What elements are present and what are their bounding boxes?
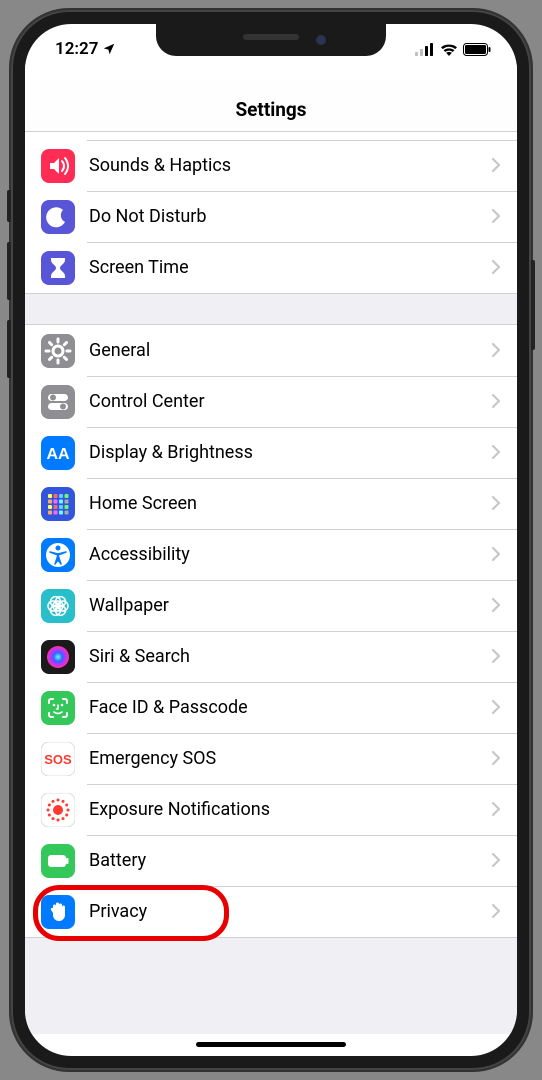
row-label: Emergency SOS — [89, 748, 491, 769]
settings-row-control-center[interactable]: Control Center — [25, 376, 517, 427]
control-center-icon — [41, 385, 75, 419]
general-icon — [41, 334, 75, 368]
chevron-right-icon — [491, 205, 501, 229]
phone-frame: 12:27 — [11, 10, 531, 1070]
cellular-icon — [415, 43, 435, 56]
chevron-right-icon — [491, 441, 501, 465]
chevron-right-icon — [491, 390, 501, 414]
home-indicator[interactable] — [196, 1042, 346, 1047]
screen: 12:27 — [25, 24, 517, 1056]
settings-row-exposure-notifications[interactable]: Exposure Notifications — [25, 784, 517, 835]
settings-row-battery[interactable]: Battery — [25, 835, 517, 886]
row-label: Control Center — [89, 391, 491, 412]
settings-row-privacy[interactable]: Privacy — [25, 886, 517, 937]
settings-row-notifications[interactable]: Notifications — [25, 132, 517, 140]
settings-row-emergency-sos[interactable]: SOS Emergency SOS — [25, 733, 517, 784]
chevron-right-icon — [491, 849, 501, 873]
battery-icon-status — [463, 43, 491, 56]
row-label: Siri & Search — [89, 646, 491, 667]
wallpaper-icon — [41, 589, 75, 623]
settings-list[interactable]: Notifications Sounds & Haptics Do Not Dist… — [25, 132, 517, 1034]
chevron-right-icon — [491, 154, 501, 178]
battery-icon — [41, 844, 75, 878]
row-label: Display & Brightness — [89, 442, 491, 463]
chevron-right-icon — [491, 798, 501, 822]
chevron-right-icon — [491, 747, 501, 771]
row-label: Accessibility — [89, 544, 491, 565]
sos-icon: SOS — [41, 742, 75, 776]
chevron-right-icon — [491, 339, 501, 363]
settings-row-face-id-passcode[interactable]: Face ID & Passcode — [25, 682, 517, 733]
chevron-right-icon — [491, 256, 501, 280]
row-label: Screen Time — [89, 257, 491, 278]
svg-text:AA: AA — [46, 446, 70, 463]
settings-row-siri-search[interactable]: Siri & Search — [25, 631, 517, 682]
chevron-right-icon — [491, 492, 501, 516]
wifi-icon — [440, 43, 458, 56]
row-label: Exposure Notifications — [89, 799, 491, 820]
dnd-icon — [41, 200, 75, 234]
settings-row-sounds-haptics[interactable]: Sounds & Haptics — [25, 140, 517, 191]
location-icon — [102, 42, 116, 56]
row-label: Wallpaper — [89, 595, 491, 616]
row-label: General — [89, 340, 491, 361]
chevron-right-icon — [491, 900, 501, 924]
chevron-right-icon — [491, 696, 501, 720]
row-label: Face ID & Passcode — [89, 697, 491, 718]
privacy-icon — [41, 895, 75, 929]
settings-group: General Control Center AA Display & Brightn… — [25, 324, 517, 938]
sounds-icon — [41, 149, 75, 183]
home-screen-icon — [41, 487, 75, 521]
siri-icon — [41, 640, 75, 674]
settings-row-display-brightness[interactable]: AA Display & Brightness — [25, 427, 517, 478]
notch — [156, 24, 386, 56]
row-label: Sounds & Haptics — [89, 155, 491, 176]
faceid-icon — [41, 691, 75, 725]
svg-text:SOS: SOS — [44, 752, 72, 767]
settings-row-home-screen[interactable]: Home Screen — [25, 478, 517, 529]
settings-row-do-not-disturb[interactable]: Do Not Disturb — [25, 191, 517, 242]
row-label: Privacy — [89, 901, 491, 922]
settings-row-accessibility[interactable]: Accessibility — [25, 529, 517, 580]
chevron-right-icon — [491, 594, 501, 618]
settings-row-wallpaper[interactable]: Wallpaper — [25, 580, 517, 631]
row-label: Battery — [89, 850, 491, 871]
chevron-right-icon — [491, 543, 501, 567]
status-time: 12:27 — [55, 39, 98, 59]
chevron-right-icon — [491, 645, 501, 669]
settings-row-general[interactable]: General — [25, 325, 517, 376]
screentime-icon — [41, 251, 75, 285]
row-label: Home Screen — [89, 493, 491, 514]
settings-group: Notifications Sounds & Haptics Do Not Dist… — [25, 132, 517, 294]
accessibility-icon — [41, 538, 75, 572]
settings-row-screen-time[interactable]: Screen Time — [25, 242, 517, 293]
display-icon: AA — [41, 436, 75, 470]
row-label: Do Not Disturb — [89, 206, 491, 227]
page-title: Settings — [235, 98, 306, 121]
settings-header: Settings — [25, 64, 517, 132]
exposure-icon — [41, 793, 75, 827]
